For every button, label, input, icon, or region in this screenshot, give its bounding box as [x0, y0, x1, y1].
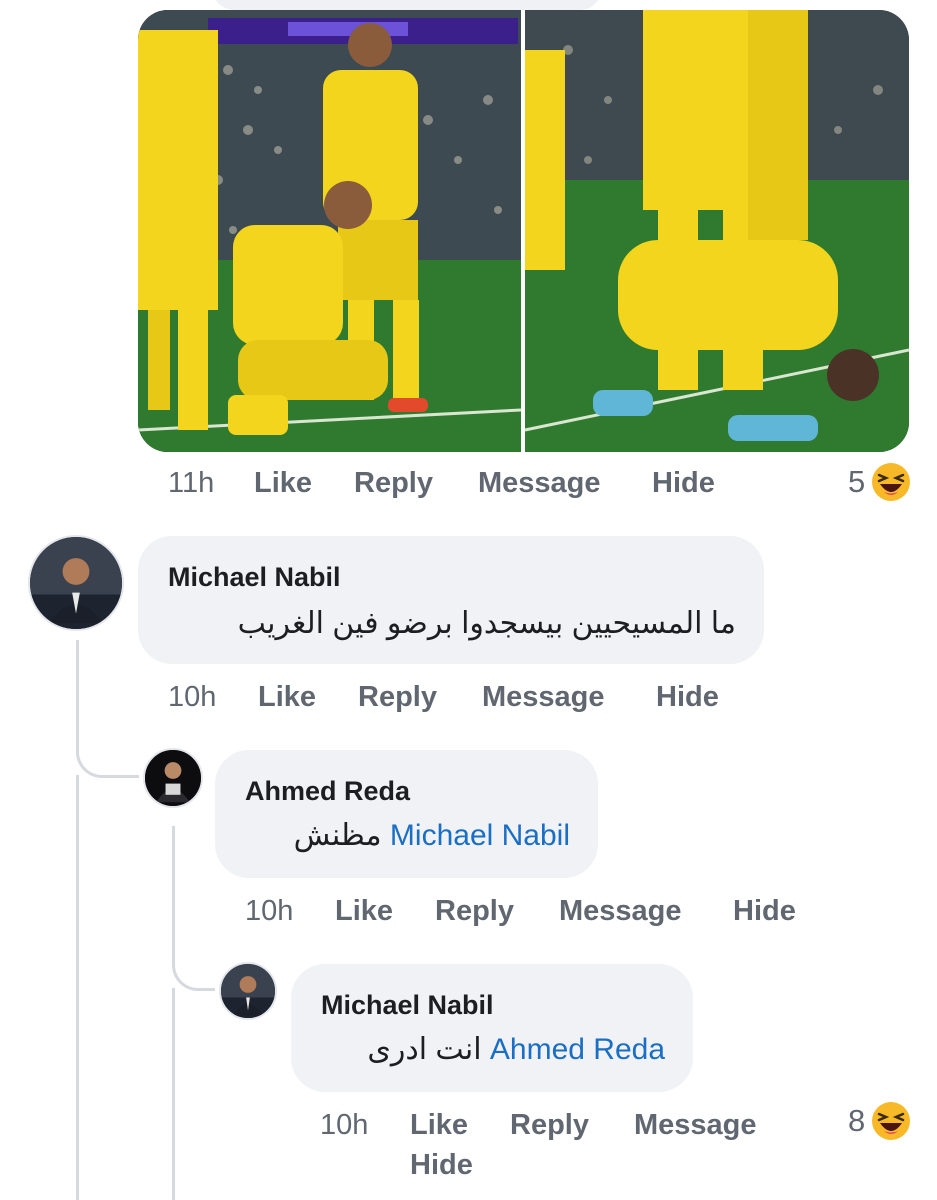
comment-photo[interactable] [138, 10, 909, 452]
user-photo-icon [30, 537, 122, 629]
like-button[interactable]: Like [254, 467, 312, 500]
mention-link[interactable]: Ahmed Reda [482, 1033, 665, 1066]
comment-text: Ahmed Reda انت ادرى [367, 1032, 665, 1067]
comment-text: ما المسيحيين بيسجدوا برضو فين الغريب [238, 606, 736, 641]
thread-line [76, 775, 79, 1200]
comment-author[interactable]: Michael Nabil [321, 990, 494, 1021]
reply-button[interactable]: Reply [354, 467, 433, 500]
post-actions: 11h Like Reply Message Hide [168, 467, 768, 503]
hide-button[interactable]: Hide [652, 467, 715, 500]
reply-button[interactable]: Reply [510, 1109, 589, 1142]
user-photo-icon [221, 964, 275, 1018]
laughing-face-icon [872, 463, 911, 501]
comment-author[interactable]: Ahmed Reda [245, 776, 410, 807]
like-button[interactable]: Like [258, 681, 316, 714]
comment-author[interactable]: Michael Nabil [168, 562, 341, 593]
reaction-count: 8 [848, 1103, 866, 1138]
thread-line [172, 988, 175, 1200]
user-photo-icon [145, 750, 201, 806]
hide-button[interactable]: Hide [410, 1149, 473, 1182]
comment-bubble[interactable]: Michael Nabil ما المسيحيين بيسجدوا برضو … [138, 536, 764, 664]
comment-bubble[interactable]: Michael Nabil Ahmed Reda انت ادرى [291, 964, 693, 1092]
post-timestamp[interactable]: 11h [168, 467, 214, 500]
comment-actions: 10h Like Reply Message Hide [320, 1109, 780, 1189]
comment-body: مظنش [293, 819, 382, 852]
photo-image [138, 10, 909, 452]
comment-body: انت ادرى [367, 1033, 482, 1066]
hide-button[interactable]: Hide [656, 681, 719, 714]
like-button[interactable]: Like [410, 1109, 468, 1142]
hide-button[interactable]: Hide [733, 895, 796, 928]
message-button[interactable]: Message [482, 681, 605, 714]
comment-actions: 10h Like Reply Message Hide [245, 895, 845, 931]
comment-timestamp[interactable]: 10h [245, 895, 293, 928]
message-button[interactable]: Message [634, 1109, 757, 1142]
comment-reaction[interactable]: 8 [848, 1099, 911, 1143]
comment-bubble[interactable]: Ahmed Reda Michael Nabil مظنش [215, 750, 598, 878]
reply-button[interactable]: Reply [358, 681, 437, 714]
previous-comment-bubble-edge [212, 0, 602, 10]
comment-actions: 10h Like Reply Message Hide [168, 681, 768, 717]
message-button[interactable]: Message [559, 895, 682, 928]
laughing-face-icon [872, 1102, 911, 1140]
comment-timestamp[interactable]: 10h [168, 681, 216, 714]
reply-button[interactable]: Reply [435, 895, 514, 928]
message-button[interactable]: Message [478, 467, 601, 500]
comment-text: Michael Nabil مظنش [294, 818, 570, 853]
like-button[interactable]: Like [335, 895, 393, 928]
comment-timestamp[interactable]: 10h [320, 1109, 368, 1142]
post-reaction[interactable]: 5 [848, 460, 911, 504]
avatar[interactable] [219, 962, 277, 1020]
reaction-count: 5 [848, 464, 866, 499]
avatar[interactable] [28, 535, 124, 631]
thread-line [76, 640, 139, 778]
comment-body: ما المسيحيين بيسجدوا برضو فين الغريب [237, 607, 736, 640]
avatar[interactable] [143, 748, 203, 808]
mention-link[interactable]: Michael Nabil [382, 819, 570, 852]
thread-line [172, 826, 215, 991]
